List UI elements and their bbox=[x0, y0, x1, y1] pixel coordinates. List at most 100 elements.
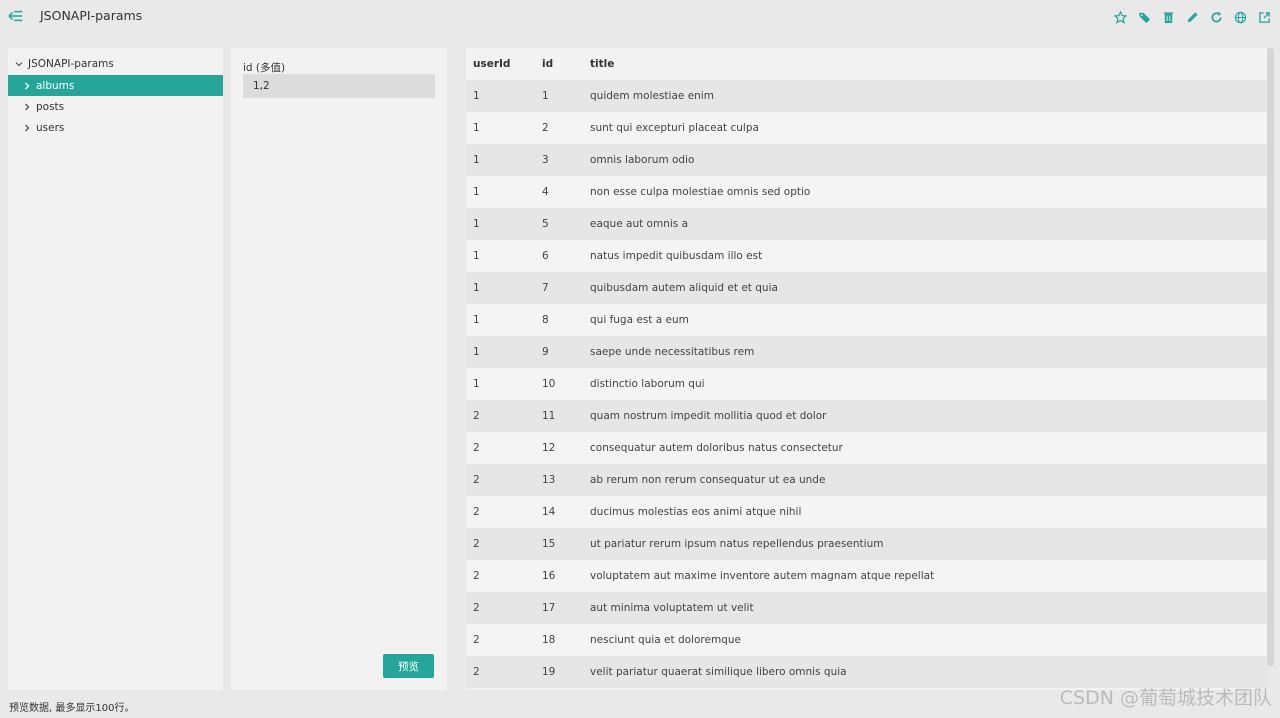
cell-userid: 1 bbox=[473, 282, 480, 294]
cell-id: 16 bbox=[542, 570, 556, 582]
cell-id: 15 bbox=[542, 538, 556, 550]
column-header-id[interactable]: id bbox=[542, 58, 553, 70]
table-row[interactable]: 1 4 non esse culpa molestiae omnis sed opt… bbox=[466, 176, 1267, 208]
cell-userid: 2 bbox=[473, 634, 480, 646]
cell-title: aut minima voluptatem ut velit bbox=[590, 602, 754, 614]
cell-id: 19 bbox=[542, 666, 556, 678]
cell-title: qui fuga est a eum bbox=[590, 314, 689, 326]
cell-title: distinctio laborum qui bbox=[590, 378, 705, 390]
cell-id: 11 bbox=[542, 410, 556, 422]
cell-id: 8 bbox=[542, 314, 549, 326]
cell-id: 14 bbox=[542, 506, 556, 518]
tree-item-posts[interactable]: posts bbox=[8, 96, 223, 117]
chevron-right-icon bbox=[25, 103, 30, 110]
tree-item-albums[interactable]: albums bbox=[8, 75, 223, 96]
collapse-menu-icon[interactable] bbox=[8, 8, 26, 24]
trash-icon[interactable] bbox=[1156, 7, 1180, 27]
column-header-title[interactable]: title bbox=[590, 58, 614, 70]
refresh-icon[interactable] bbox=[1204, 7, 1228, 27]
cell-userid: 2 bbox=[473, 442, 480, 454]
table-row[interactable]: 2 13 ab rerum non rerum consequatur ut ea … bbox=[466, 464, 1267, 496]
table-row[interactable]: 1 1 quidem molestiae enim bbox=[466, 80, 1267, 112]
cell-title: non esse culpa molestiae omnis sed optio bbox=[590, 186, 811, 198]
status-text: 预览数据, 最多显示100行。 bbox=[9, 703, 135, 714]
table-row[interactable]: 1 7 quibusdam autem aliquid et et quia bbox=[466, 272, 1267, 304]
cell-userid: 1 bbox=[473, 154, 480, 166]
column-header-userid[interactable]: userId bbox=[473, 58, 510, 70]
cell-id: 3 bbox=[542, 154, 549, 166]
cell-userid: 2 bbox=[473, 410, 480, 422]
chevron-right-icon bbox=[25, 124, 30, 131]
cell-title: quibusdam autem aliquid et et quia bbox=[590, 282, 778, 294]
param-id-label: id (多值) bbox=[243, 62, 286, 74]
preview-button[interactable]: 预览 bbox=[383, 654, 434, 678]
tag-icon[interactable] bbox=[1132, 7, 1156, 27]
cell-id: 2 bbox=[542, 122, 549, 134]
table-header: userId id title bbox=[466, 48, 1267, 80]
table-scrollbar[interactable] bbox=[1267, 48, 1274, 666]
cell-id: 12 bbox=[542, 442, 556, 454]
cell-userid: 1 bbox=[473, 218, 480, 230]
cell-id: 1 bbox=[542, 90, 549, 102]
cell-title: saepe unde necessitatibus rem bbox=[590, 346, 755, 358]
table-row[interactable]: 1 5 eaque aut omnis a bbox=[466, 208, 1267, 240]
table-row[interactable]: 1 3 omnis laborum odio bbox=[466, 144, 1267, 176]
table-row[interactable]: 1 8 qui fuga est a eum bbox=[466, 304, 1267, 336]
cell-userid: 2 bbox=[473, 506, 480, 518]
table-row[interactable]: 2 16 voluptatem aut maxime inventore autem… bbox=[466, 560, 1267, 592]
cell-userid: 1 bbox=[473, 90, 480, 102]
cell-id: 6 bbox=[542, 250, 549, 262]
table-row[interactable]: 1 6 natus impedit quibusdam illo est bbox=[466, 240, 1267, 272]
tree-item-label: albums bbox=[36, 79, 75, 92]
cell-title: ab rerum non rerum consequatur ut ea und… bbox=[590, 474, 826, 486]
cell-userid: 1 bbox=[473, 122, 480, 134]
table-row[interactable]: 2 17 aut minima voluptatem ut velit bbox=[466, 592, 1267, 624]
cell-title: ut pariatur rerum ipsum natus repellendu… bbox=[590, 538, 884, 550]
toolbar bbox=[1108, 7, 1276, 27]
pencil-icon[interactable] bbox=[1180, 7, 1204, 27]
data-table: userId id title 1 1 quidem molestiae enim 1… bbox=[466, 48, 1267, 690]
table-row[interactable]: 2 12 consequatur autem doloribus natus con… bbox=[466, 432, 1267, 464]
table-row[interactable]: 1 10 distinctio laborum qui bbox=[466, 368, 1267, 400]
tree-item-users[interactable]: users bbox=[8, 117, 223, 138]
cell-userid: 2 bbox=[473, 538, 480, 550]
cell-id: 7 bbox=[542, 282, 549, 294]
cell-title: velit pariatur quaerat similique libero … bbox=[590, 666, 847, 678]
cell-title: sunt qui excepturi placeat culpa bbox=[590, 122, 759, 134]
star-icon[interactable] bbox=[1108, 7, 1132, 27]
cell-userid: 1 bbox=[473, 346, 480, 358]
cell-title: eaque aut omnis a bbox=[590, 218, 689, 230]
cell-userid: 2 bbox=[473, 666, 480, 678]
table-row[interactable]: 2 11 quam nostrum impedit mollitia quod et… bbox=[466, 400, 1267, 432]
cell-userid: 2 bbox=[473, 570, 480, 582]
table-row[interactable]: 1 2 sunt qui excepturi placeat culpa bbox=[466, 112, 1267, 144]
cell-title: consequatur autem doloribus natus consec… bbox=[590, 442, 843, 454]
cell-userid: 1 bbox=[473, 250, 480, 262]
tree-root[interactable]: JSONAPI-params bbox=[8, 54, 223, 74]
table-row[interactable]: 2 15 ut pariatur rerum ipsum natus repelle… bbox=[466, 528, 1267, 560]
params-panel: id (多值) 预览 bbox=[231, 48, 447, 690]
chevron-right-icon bbox=[25, 82, 30, 89]
cell-title: quam nostrum impedit mollitia quod et do… bbox=[590, 410, 827, 422]
globe-icon[interactable] bbox=[1228, 7, 1252, 27]
watermark: CSDN @葡萄城技术团队 bbox=[1059, 687, 1272, 709]
tree-item-label: users bbox=[36, 121, 65, 134]
cell-userid: 1 bbox=[473, 314, 480, 326]
param-id-input[interactable] bbox=[243, 74, 435, 98]
cell-id: 13 bbox=[542, 474, 556, 486]
cell-title: quidem molestiae enim bbox=[590, 90, 714, 102]
cell-id: 9 bbox=[542, 346, 549, 358]
cell-title: nesciunt quia et doloremque bbox=[590, 634, 741, 646]
cell-title: ducimus molestias eos animi atque nihil bbox=[590, 506, 802, 518]
cell-title: voluptatem aut maxime inventore autem ma… bbox=[590, 570, 935, 582]
top-bar: JSONAPI-params bbox=[0, 0, 1280, 34]
external-link-icon[interactable] bbox=[1252, 7, 1276, 27]
table-row[interactable]: 2 18 nesciunt quia et doloremque bbox=[466, 624, 1267, 656]
cell-userid: 1 bbox=[473, 186, 480, 198]
cell-id: 18 bbox=[542, 634, 556, 646]
tree-root-label: JSONAPI-params bbox=[28, 58, 114, 70]
table-row[interactable]: 2 14 ducimus molestias eos animi atque nih… bbox=[466, 496, 1267, 528]
cell-userid: 2 bbox=[473, 474, 480, 486]
table-row[interactable]: 1 9 saepe unde necessitatibus rem bbox=[466, 336, 1267, 368]
cell-title: natus impedit quibusdam illo est bbox=[590, 250, 763, 262]
